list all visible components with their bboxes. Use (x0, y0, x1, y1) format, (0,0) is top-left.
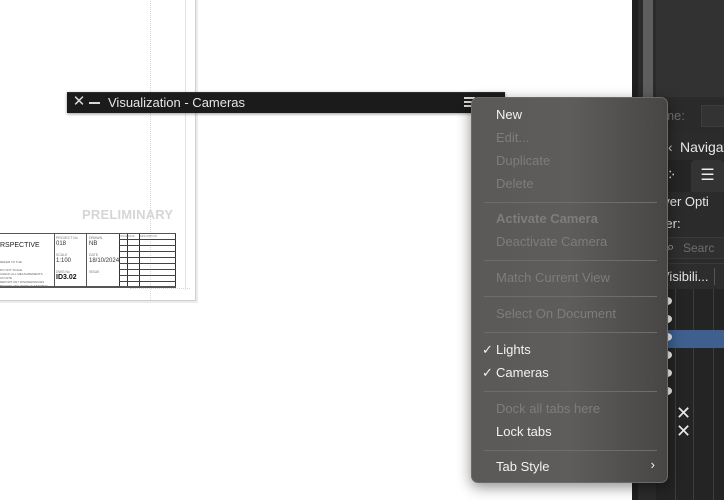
close-icon[interactable]: ✕ (72, 94, 86, 109)
checkmark-icon: ✓ (482, 365, 493, 380)
drawn-label: DRAWN (89, 236, 103, 240)
table-row (119, 251, 176, 252)
date-value: 18/10/2024 (89, 258, 120, 264)
drawing-notes: REFER TO THE DO NOT SCALE CHECK ALL MEASUR… (0, 260, 48, 288)
table-row (119, 269, 176, 270)
context-menu: New Edit... Duplicate Delete Activate Ca… (471, 97, 668, 483)
divider (175, 234, 176, 286)
menu-item-select-on-document[interactable]: Select On Document (496, 306, 616, 322)
revision-header: DESCRIPTION (140, 235, 158, 238)
project-no: 018 (56, 241, 67, 247)
revision-table: ISSUE DATE DESCRIPTION (119, 234, 176, 286)
menu-separator (484, 332, 657, 333)
panel-top-area (656, 0, 724, 97)
menu-separator (484, 450, 657, 451)
drawing-name: RSPECTIVE (0, 242, 40, 249)
revision-header: DATE (128, 235, 135, 238)
visualization-panel-titlebar[interactable]: ✕ Visualization - Cameras (67, 92, 505, 113)
menu-item-dock-all-tabs[interactable]: Dock all tabs here (496, 401, 600, 417)
menu-item-cameras[interactable]: ✓ Cameras (482, 365, 549, 381)
search-placeholder: Searc (683, 241, 715, 255)
menu-item-duplicate[interactable]: Duplicate (496, 153, 550, 169)
divider (54, 234, 55, 286)
divider (86, 234, 87, 286)
menu-item-match-current-view[interactable]: Match Current View (496, 270, 610, 286)
layers-icon[interactable]: ☰ (691, 160, 724, 192)
dwg-no: ID3.02 (56, 274, 77, 281)
scrollbar[interactable] (643, 0, 653, 97)
scale-label: SCALE (56, 253, 68, 257)
menu-item-label: Cameras (496, 365, 549, 380)
search-input[interactable]: ⌕ Searc (662, 237, 724, 259)
cross-icon[interactable]: ✕ (676, 422, 691, 440)
menu-separator (484, 202, 657, 203)
divider (139, 234, 140, 286)
issue-label: ISSUE (89, 270, 100, 274)
divider (127, 234, 128, 286)
column-header-label: Visibili... (661, 269, 709, 284)
table-row (119, 275, 176, 276)
menu-separator (484, 296, 657, 297)
panel-title: Visualization - Cameras (108, 95, 246, 110)
menu-item-tab-style[interactable]: Tab Style (496, 459, 549, 475)
menu-item-delete[interactable]: Delete (496, 176, 534, 192)
table-row (119, 245, 176, 246)
search-icon: ⌕ (667, 239, 675, 254)
divider (119, 234, 120, 286)
menu-separator (484, 260, 657, 261)
menu-separator (484, 391, 657, 392)
table-row (119, 263, 176, 264)
menu-item-activate-camera[interactable]: Activate Camera (496, 211, 598, 227)
menu-item-lights[interactable]: ✓ Lights (482, 342, 531, 358)
drawn-value: NB (89, 241, 98, 247)
cross-icon[interactable]: ✕ (676, 404, 691, 422)
menu-item-edit[interactable]: Edit... (496, 130, 529, 146)
chevron-right-icon: › (650, 457, 655, 472)
revision-header: ISSUE (120, 235, 128, 238)
preliminary-watermark: PRELIMINARY (82, 207, 174, 222)
chevron-left-icon[interactable]: ‹ (668, 139, 673, 155)
title-block: RSPECTIVE REFER TO THE DO NOT SCALE CHECK … (0, 233, 176, 288)
project-no-label: PROJECT No (56, 236, 78, 240)
date-label: DATE (89, 253, 99, 257)
guide-line (130, 288, 190, 289)
name-input[interactable] (701, 105, 724, 127)
sheet-edge (185, 0, 186, 290)
menu-item-lock-tabs[interactable]: Lock tabs (496, 424, 552, 440)
minimize-icon[interactable] (89, 102, 100, 104)
menu-item-new[interactable]: New (496, 107, 522, 123)
checkmark-icon: ✓ (482, 342, 493, 357)
menu-item-label: Lights (496, 342, 531, 357)
navigator-label: Navigat (680, 139, 724, 155)
table-row (119, 257, 176, 258)
table-row (119, 281, 176, 282)
scale-value: 1:100 (56, 258, 72, 264)
menu-item-deactivate-camera[interactable]: Deactivate Camera (496, 234, 607, 250)
column-separator[interactable] (714, 268, 715, 285)
table-row (119, 239, 176, 240)
